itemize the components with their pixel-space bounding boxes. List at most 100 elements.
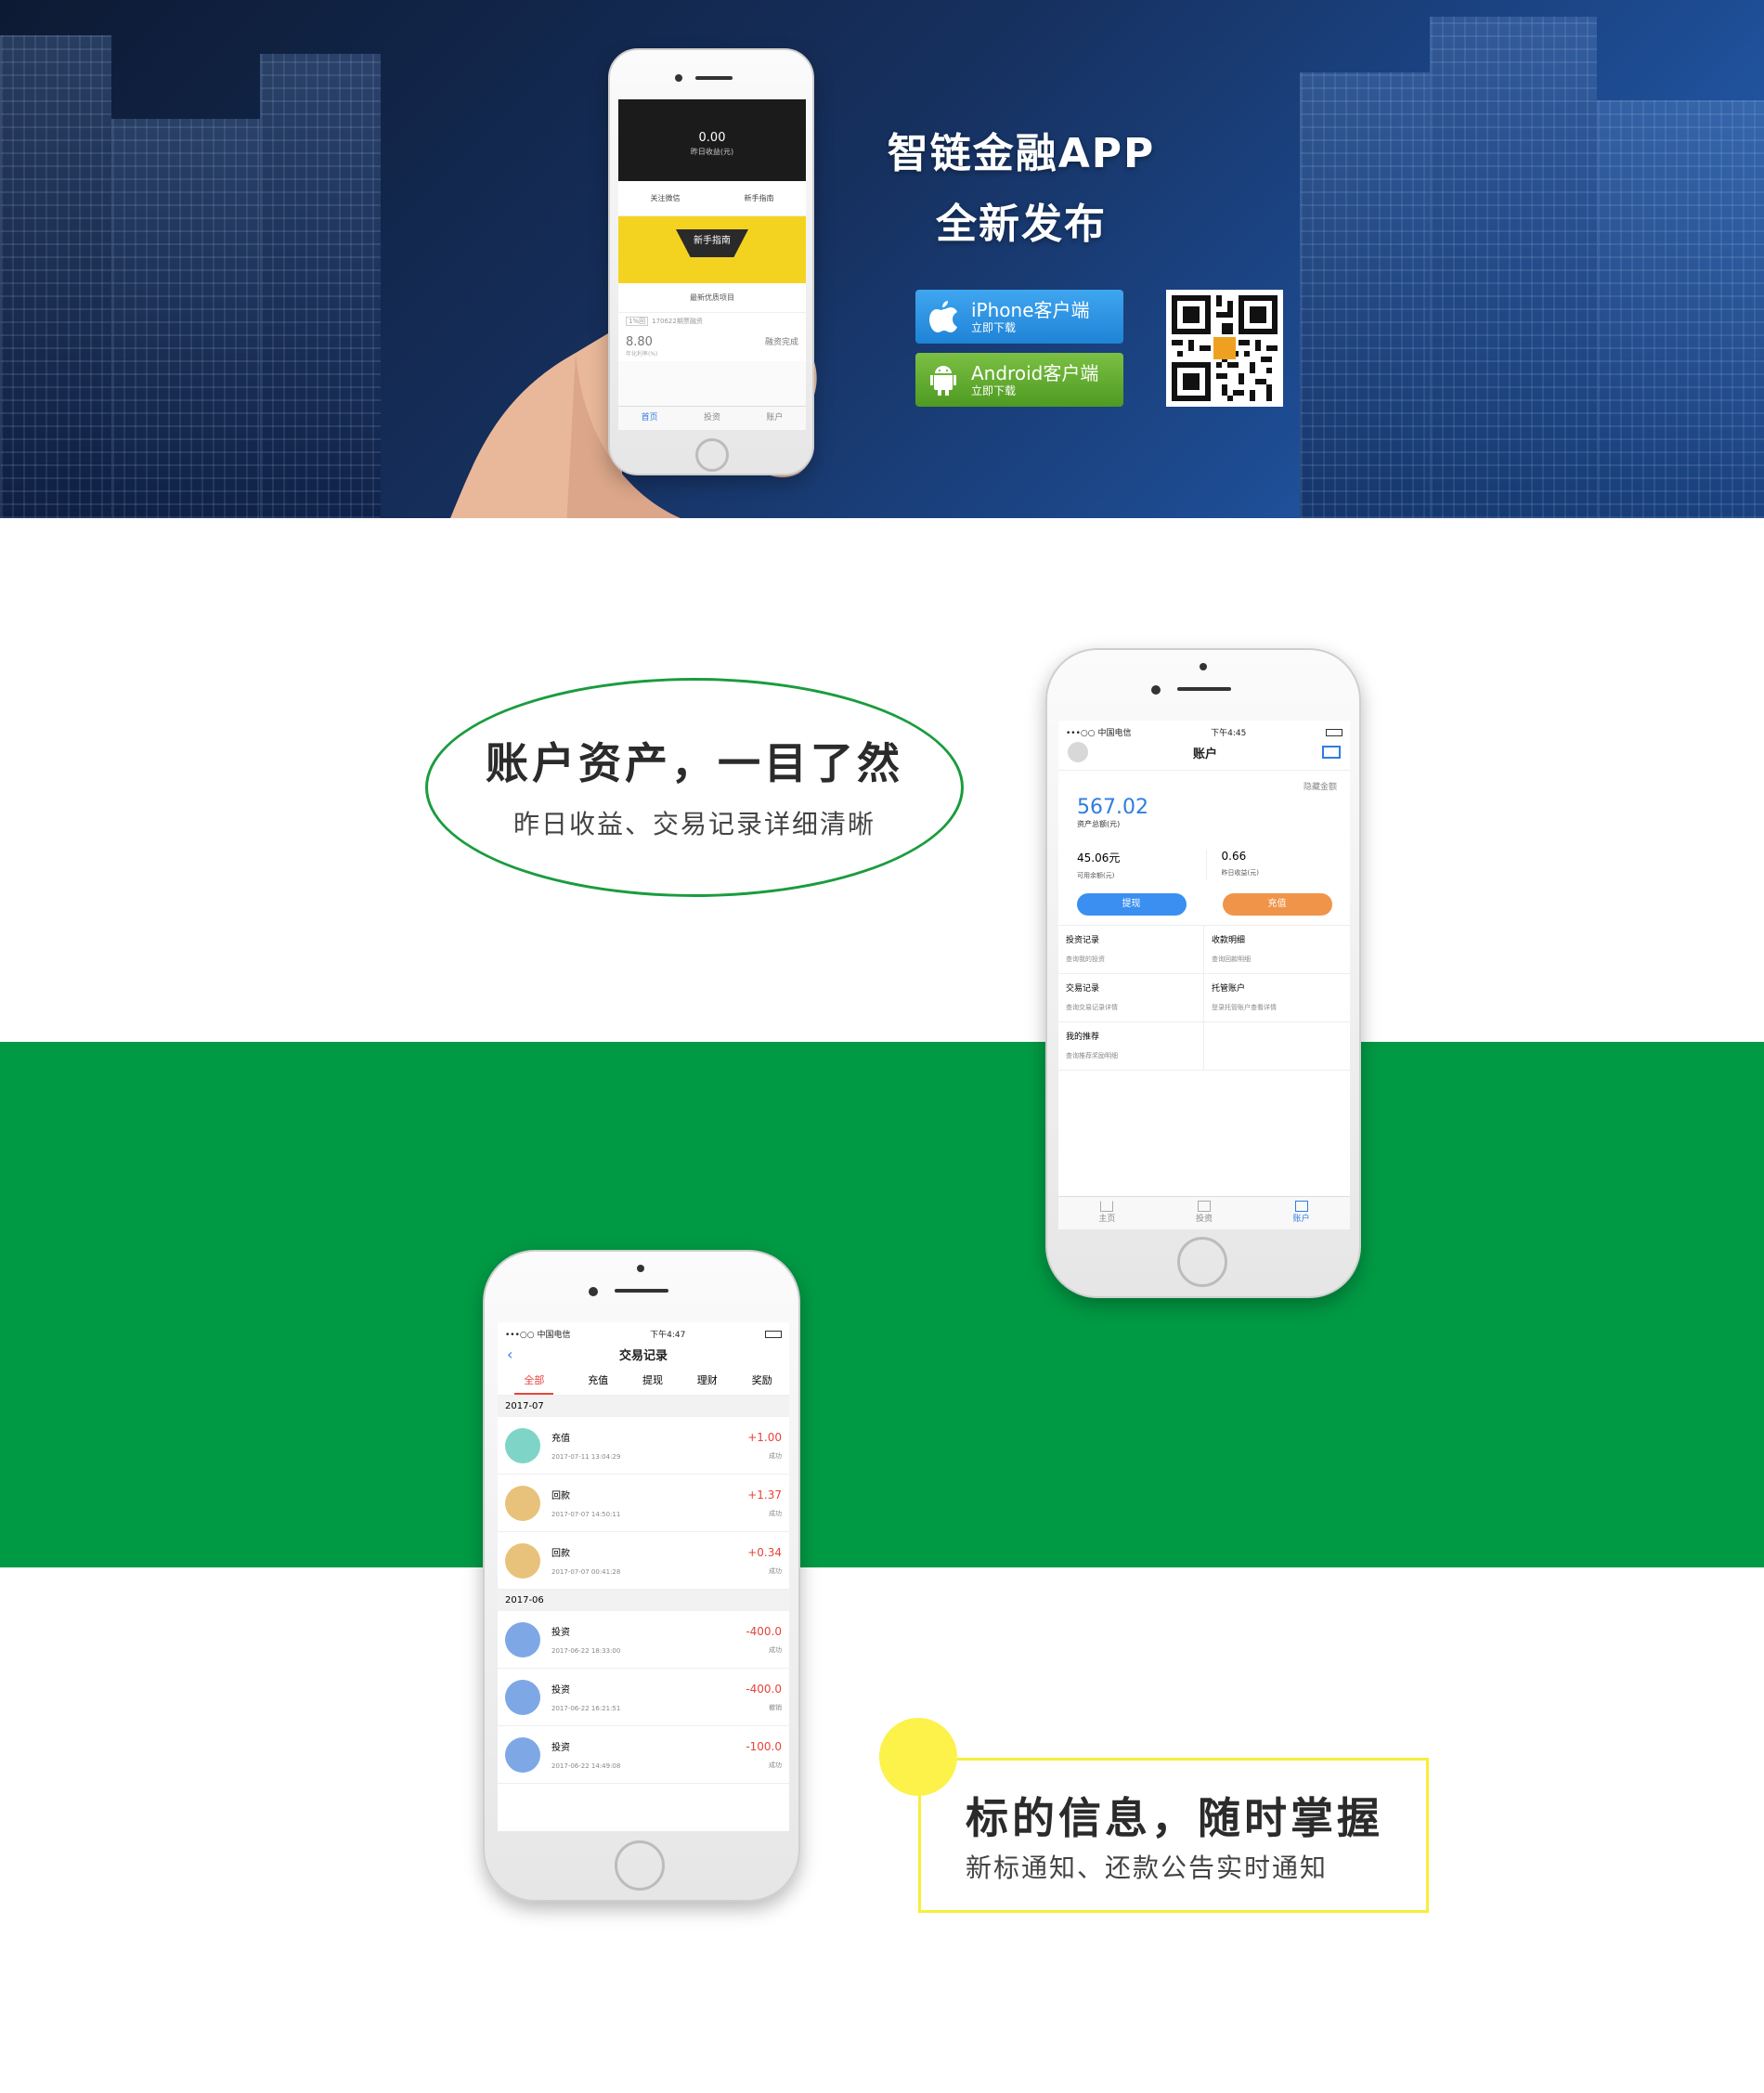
menu-desc: 登录托管账户查看详情 (1212, 1004, 1277, 1011)
building-bg (0, 35, 111, 518)
hero-phone: 0.00 昨日收益(元) 关注微信 新手指南 新手指南 最新优质项目 1%回 17… (608, 48, 814, 475)
section2-title: 账户资产，一目了然 (486, 738, 903, 788)
home-button[interactable] (615, 1840, 665, 1891)
withdraw-button[interactable]: 提现 (1076, 893, 1187, 916)
project-item[interactable]: 1%回 170622期票融资 8.80 融资完成 年化利率(%) (618, 312, 806, 361)
filter-recharge[interactable]: 充值 (588, 1372, 608, 1395)
tab-home[interactable]: 首页 (642, 407, 658, 430)
building-bg (260, 54, 381, 518)
sensor (1200, 663, 1207, 670)
item-rate: 8.80 (626, 335, 653, 349)
menu-title: 我的推荐 (1066, 1033, 1100, 1042)
filter-all[interactable]: 全部 (514, 1372, 554, 1395)
home-button[interactable] (695, 438, 729, 472)
month-header: 2017-06 (498, 1590, 789, 1611)
promo-banner[interactable]: 新手指南 (618, 216, 806, 283)
transaction-type-icon (505, 1621, 540, 1658)
earnings-header: 0.00 昨日收益(元) (618, 99, 806, 181)
carrier-text: •••○○ 中国电信 (1066, 729, 1132, 738)
transaction-status: 成功 (769, 1451, 782, 1460)
transaction-amount: +1.00 (747, 1430, 782, 1444)
android-icon (915, 353, 971, 407)
link-wechat[interactable]: 关注微信 (651, 193, 681, 203)
quick-links: 关注微信 新手指南 (618, 181, 806, 216)
iphone-download-button[interactable]: iPhone客户端 立即下载 (915, 290, 1123, 344)
transactions-screen: •••○○ 中国电信 下午4:47 ‹ 交易记录 全部 充值 提现 理财 奖励 … (498, 1322, 789, 1831)
apple-icon (915, 290, 971, 344)
balance-row: 45.06元 可用余额(元) 0.66 昨日收益(元) (1058, 850, 1350, 880)
transaction-date: 2017-06-22 16:21:51 (551, 1705, 621, 1712)
total-assets-label: 资产总额(元) (1077, 820, 1121, 828)
transactions-phone: •••○○ 中国电信 下午4:47 ‹ 交易记录 全部 充值 提现 理财 奖励 … (483, 1250, 800, 1902)
item-tag: 1%回 (626, 317, 649, 326)
transaction-amount: -100.0 (746, 1739, 782, 1753)
android-button-sub: 立即下载 (971, 384, 1017, 397)
account-menu: 投资记录 查询我的投资 收款明细 查询回款明细 交易记录 查询交易记录详情 托管… (1058, 926, 1350, 1071)
camera (1151, 685, 1161, 695)
menu-title: 投资记录 (1066, 936, 1100, 945)
menu-payment-details[interactable]: 收款明细 查询回款明细 (1204, 926, 1350, 974)
back-chevron-icon[interactable]: ‹ (507, 1346, 525, 1363)
menu-empty-cell (1204, 1022, 1350, 1071)
transaction-type-icon (505, 1679, 540, 1715)
hero-title-line2: 全新发布 (936, 201, 1107, 248)
transaction-status: 撤销 (769, 1703, 782, 1711)
hero-title-line1: 智链金融APP (887, 130, 1156, 177)
transaction-row[interactable]: 充值 2017-07-11 13:04:29 +1.00 成功 (498, 1417, 789, 1475)
camera (589, 1287, 598, 1296)
filter-tabs: 全部 充值 提现 理财 奖励 (498, 1367, 789, 1396)
filter-reward[interactable]: 奖励 (752, 1372, 772, 1395)
android-button-label: Android客户端 (971, 362, 1099, 384)
yesterday-label: 昨日收益(元) (690, 148, 734, 156)
account-tabbar: 主页 投资 账户 (1058, 1196, 1350, 1229)
qr-code-icon (1166, 290, 1283, 407)
status-bar: •••○○ 中国电信 下午4:47 (498, 1322, 789, 1342)
menu-transactions[interactable]: 交易记录 查询交易记录详情 (1058, 974, 1204, 1022)
hero-banner: 0.00 昨日收益(元) 关注微信 新手指南 新手指南 最新优质项目 1%回 17… (0, 0, 1764, 518)
menu-invest-records[interactable]: 投资记录 查询我的投资 (1058, 926, 1204, 974)
avatar-icon[interactable] (1068, 742, 1088, 762)
link-guide[interactable]: 新手指南 (745, 193, 774, 203)
transaction-date: 2017-07-11 13:04:29 (551, 1453, 621, 1461)
android-download-button[interactable]: Android客户端 立即下载 (915, 353, 1123, 407)
mail-icon[interactable] (1321, 746, 1341, 759)
tab-home[interactable]: 主页 (1098, 1197, 1115, 1229)
transaction-type-icon (505, 1427, 540, 1463)
tab-invest[interactable]: 投资 (1196, 1197, 1213, 1229)
hero-tabbar: 首页 投资 账户 (618, 406, 806, 430)
available-value: 45.06元 (1077, 852, 1121, 864)
transaction-row[interactable]: 投资 2017-06-22 16:21:51 -400.0 撤销 (498, 1669, 789, 1726)
camera (675, 74, 682, 82)
section-label: 最新优质项目 (618, 283, 806, 312)
transaction-type: 投资 (551, 1685, 570, 1696)
account-navbar: 账户 (1058, 740, 1350, 771)
menu-referrals[interactable]: 我的推荐 查询推荐奖励明细 (1058, 1022, 1204, 1071)
hide-amount-link[interactable]: 隐藏金额 (1058, 771, 1350, 792)
chart-icon (1197, 1201, 1211, 1212)
transaction-row[interactable]: 回款 2017-07-07 14:50:11 +1.37 成功 (498, 1475, 789, 1532)
transaction-row[interactable]: 投资 2017-06-22 14:49:08 -100.0 成功 (498, 1726, 789, 1784)
transaction-row[interactable]: 投资 2017-06-22 18:33:00 -400.0 成功 (498, 1611, 789, 1669)
filter-withdraw[interactable]: 提现 (642, 1372, 663, 1395)
page: 0.00 昨日收益(元) 关注微信 新手指南 新手指南 最新优质项目 1%回 17… (0, 0, 1764, 2093)
tab-account[interactable]: 账户 (1293, 1197, 1310, 1229)
transaction-row[interactable]: 回款 2017-07-07 00:41:28 +0.34 成功 (498, 1532, 789, 1590)
time-text: 下午4:45 (1211, 729, 1247, 738)
tab-invest[interactable]: 投资 (704, 407, 720, 430)
building-bg (1300, 72, 1430, 518)
menu-title: 托管账户 (1212, 984, 1246, 994)
speaker (615, 1289, 668, 1293)
menu-custody-account[interactable]: 托管账户 登录托管账户查看详情 (1204, 974, 1350, 1022)
filter-wealth[interactable]: 理财 (697, 1372, 718, 1395)
tab-account[interactable]: 账户 (766, 407, 783, 430)
building-bg (111, 119, 260, 518)
menu-title: 收款明细 (1212, 936, 1246, 945)
speaker (695, 76, 733, 80)
building-bg (1430, 17, 1597, 518)
item-status: 融资完成 (764, 338, 798, 347)
yesterday-earnings-value: 0.66 (1221, 850, 1247, 863)
section3-subtitle: 新标通知、还款公告实时通知 (966, 1852, 1329, 1883)
recharge-button[interactable]: 充值 (1222, 893, 1332, 916)
records-group-july: 充值 2017-07-11 13:04:29 +1.00 成功 回款 2017-07-07… (498, 1417, 789, 1590)
home-button[interactable] (1177, 1237, 1227, 1287)
